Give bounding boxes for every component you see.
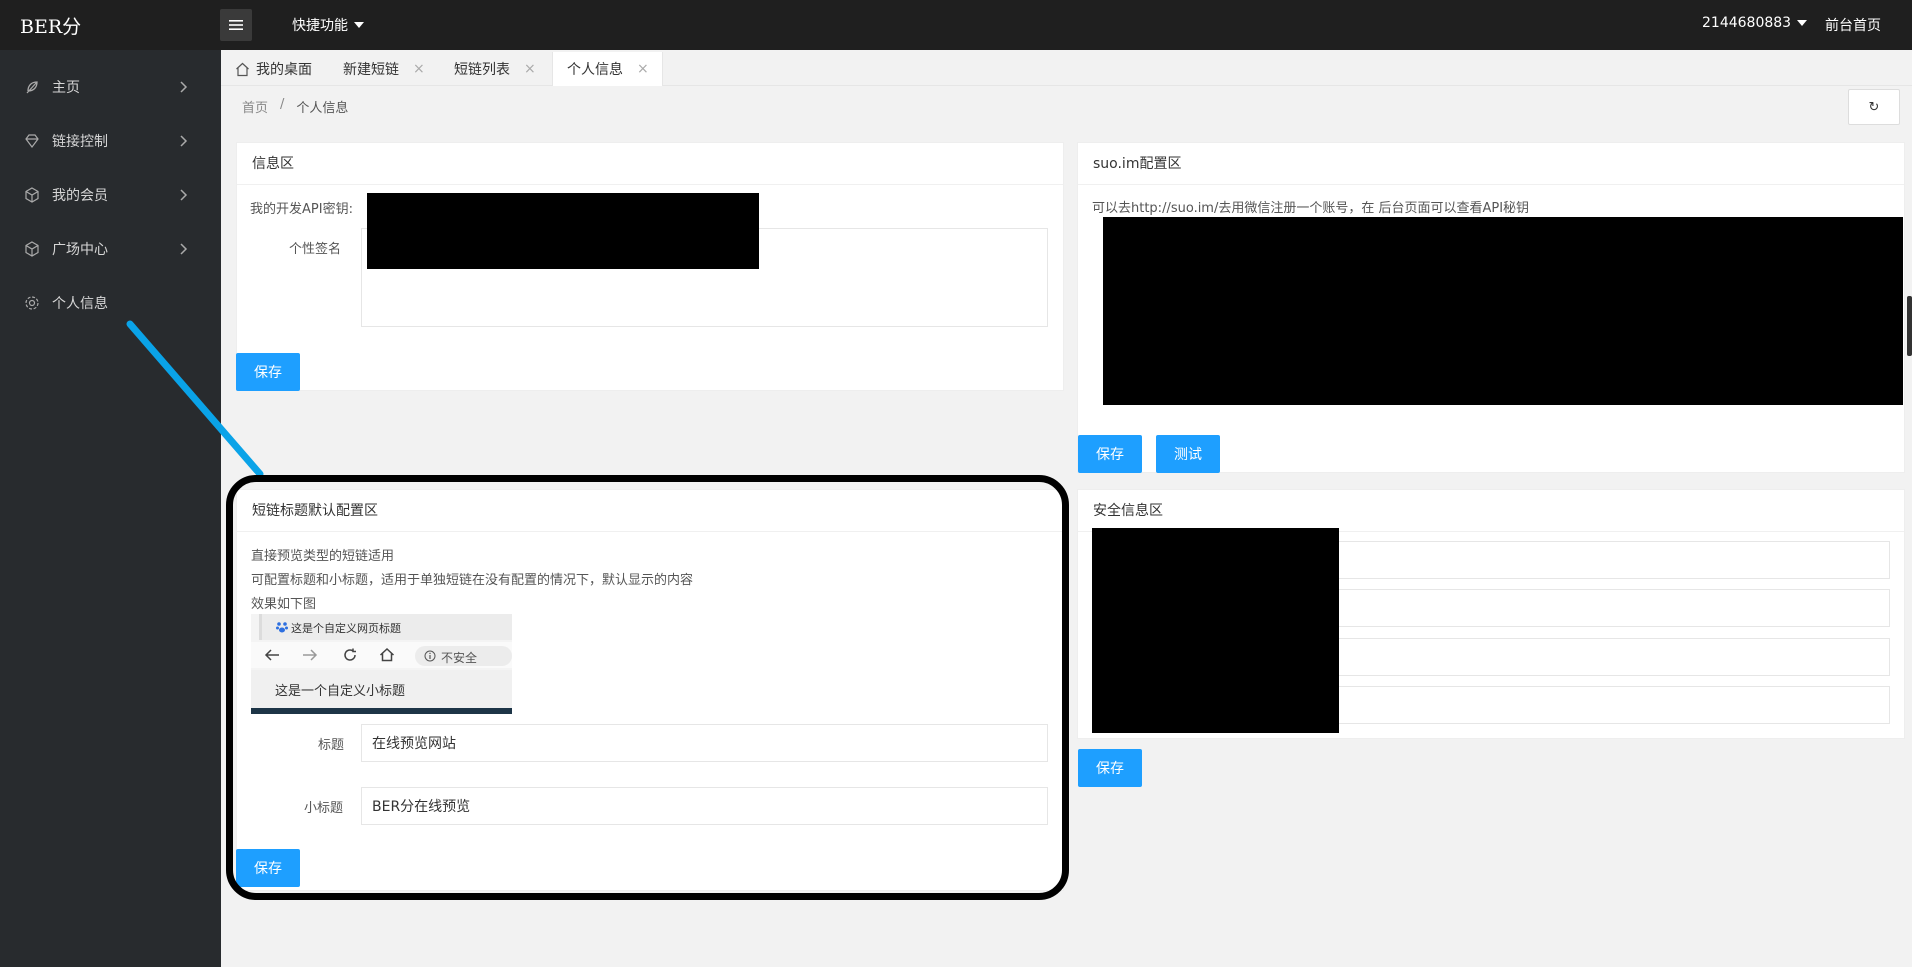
subtitle-label: 小标题 <box>304 801 344 816</box>
quick-functions-menu[interactable]: 快捷功能 <box>292 15 364 35</box>
forward-arrow-icon <box>303 649 318 661</box>
sidebar-item-profile[interactable]: 个人信息 <box>0 276 221 330</box>
close-icon[interactable]: × <box>637 61 649 77</box>
refresh-button[interactable]: ↻ <box>1848 89 1900 125</box>
sidebar-item-home[interactable]: 主页 <box>0 60 221 114</box>
preview-insecure-label: 不安全 <box>441 651 478 665</box>
home-icon <box>236 62 249 76</box>
chevron-right-icon <box>180 135 188 147</box>
hamburger-icon <box>229 20 243 30</box>
caret-down-icon <box>1797 20 1808 26</box>
preview-tab-title: 这是个自定义网页标题 <box>291 622 401 635</box>
security-save-button[interactable]: 保存 <box>1078 749 1142 787</box>
sidebar-item-label: 个人信息 <box>52 296 108 312</box>
breadcrumb-separator: / <box>280 97 285 112</box>
cube-icon <box>25 187 39 203</box>
front-home-link[interactable]: 前台首页 <box>1825 15 1881 35</box>
desc-line: 效果如下图 <box>251 597 317 612</box>
desc-line: 直接预览类型的短链适用 <box>251 549 395 564</box>
tab-label: 个人信息 <box>567 62 623 78</box>
sidebar-item-label: 广场中心 <box>52 242 108 258</box>
chevron-right-icon <box>180 189 188 201</box>
quick-functions-label: 快捷功能 <box>292 18 348 34</box>
close-icon[interactable]: × <box>524 61 536 77</box>
tab-profile[interactable]: 个人信息 × <box>552 52 663 86</box>
desc-line: 可配置标题和小标题，适用于单独短链在没有配置的情况下，默认显示的内容 <box>251 573 694 588</box>
top-header: BER分 快捷功能 2144680883 前台首页 <box>0 0 1912 50</box>
card-title: suo.im配置区 <box>1078 143 1904 185</box>
home-icon <box>379 647 395 662</box>
tab-label: 短链列表 <box>454 62 510 78</box>
suo-hint-text: 可以去http://suo.im/去用微信注册一个账号，在 后台页面可以查看AP… <box>1092 201 1530 216</box>
leaf-icon <box>26 81 38 94</box>
redacted-block <box>367 193 759 269</box>
title-save-button[interactable]: 保存 <box>236 849 300 887</box>
cube-icon <box>25 241 39 257</box>
chevron-right-icon <box>180 243 188 255</box>
close-icon[interactable]: × <box>413 61 425 77</box>
sidebar-item-label: 我的会员 <box>52 188 108 204</box>
user-id: 2144680883 <box>1702 15 1792 31</box>
sidebar-item-members[interactable]: 我的会员 <box>0 168 221 222</box>
suo-save-button[interactable]: 保存 <box>1078 435 1142 473</box>
api-key-label: 我的开发API密钥: <box>250 202 353 217</box>
user-menu[interactable]: 2144680883 <box>1702 15 1808 31</box>
tab-bar: 我的桌面 新建短链 × 短链列表 × 个人信息 × <box>221 50 1912 86</box>
tab-short-link-list[interactable]: 短链列表 × <box>454 52 550 86</box>
gear-icon <box>25 296 39 310</box>
info-save-button[interactable]: 保存 <box>236 353 300 391</box>
preview-image: 这是个自定义网页标题 不安全 这是一个自定义小标题 <box>251 614 512 714</box>
back-arrow-icon <box>264 649 279 661</box>
tab-new-short-link[interactable]: 新建短链 × <box>343 52 439 86</box>
sidebar-item-label: 主页 <box>52 80 80 96</box>
tab-label: 新建短链 <box>343 62 399 78</box>
menu-toggle-button[interactable] <box>220 9 252 41</box>
signature-label: 个性签名 <box>289 242 342 257</box>
title-label: 标题 <box>318 738 345 753</box>
sidebar-item-link-control[interactable]: 链接控制 <box>0 114 221 168</box>
card-title: 信息区 <box>237 143 1063 185</box>
sidebar-item-label: 链接控制 <box>52 134 108 150</box>
tab-desktop[interactable]: 我的桌面 <box>235 52 325 86</box>
title-input[interactable]: 在线预览网站 <box>361 724 1048 762</box>
info-icon <box>424 650 436 662</box>
paw-icon <box>276 622 288 633</box>
suo-test-button[interactable]: 测试 <box>1156 435 1220 473</box>
sidebar: 主页 链接控制 我的会员 广场中心 个人信息 <box>0 50 221 967</box>
breadcrumb-current: 个人信息 <box>296 101 349 116</box>
card-title: 短链标题默认配置区 <box>237 490 1063 532</box>
preview-subtitle: 这是一个自定义小标题 <box>275 684 406 699</box>
sidebar-item-plaza[interactable]: 广场中心 <box>0 222 221 276</box>
app-logo[interactable]: BER分 <box>20 12 81 39</box>
reload-icon <box>344 648 356 661</box>
caret-down-icon <box>354 22 364 28</box>
redacted-block <box>1103 217 1903 405</box>
tab-label: 我的桌面 <box>256 62 312 78</box>
subtitle-input[interactable]: BER分在线预览 <box>361 787 1048 825</box>
preview-page-strip <box>251 708 512 714</box>
card-title: 安全信息区 <box>1078 490 1904 532</box>
breadcrumb-home[interactable]: 首页 <box>242 97 268 116</box>
breadcrumb: 首页 / 个人信息 <box>242 97 348 116</box>
chevron-right-icon <box>180 81 188 93</box>
redacted-block <box>1092 528 1339 733</box>
diamond-icon <box>25 134 39 148</box>
scrollbar-thumb[interactable] <box>1907 296 1912 356</box>
refresh-icon: ↻ <box>1868 99 1880 115</box>
